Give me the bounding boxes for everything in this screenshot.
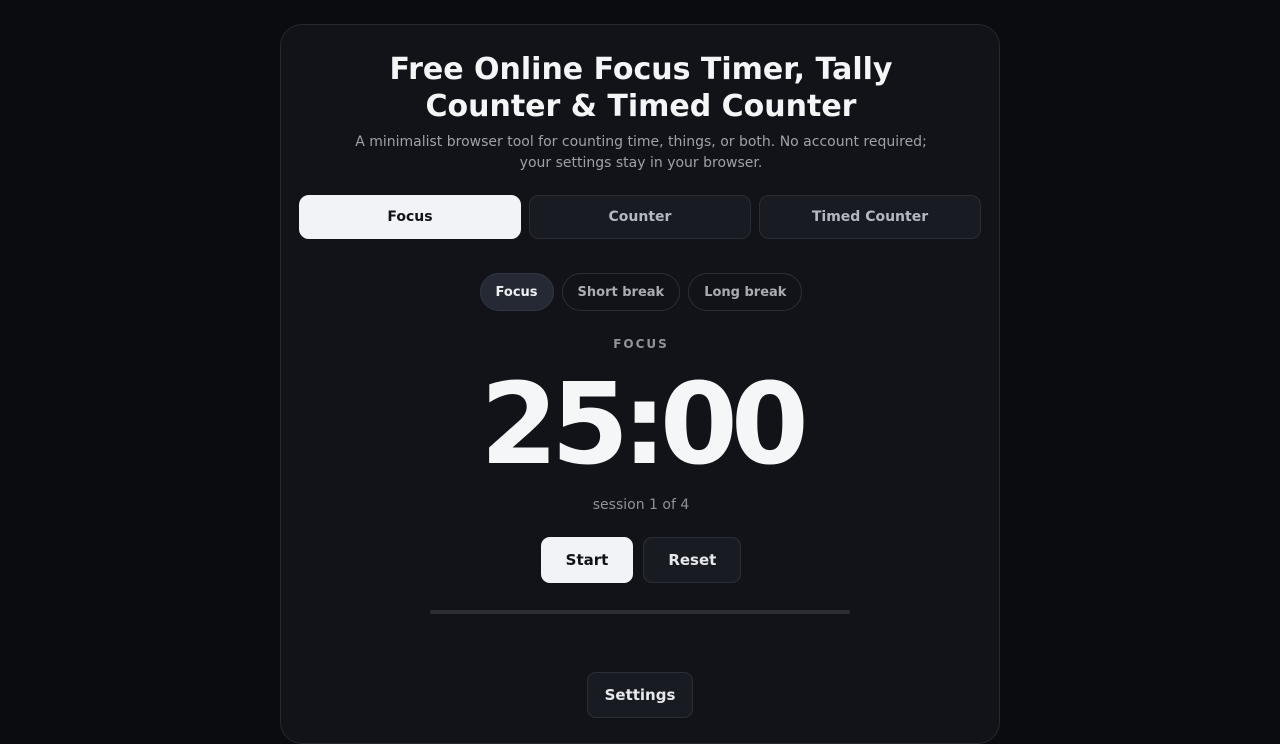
timer-controls: Start Reset — [281, 537, 1001, 583]
tab-counter[interactable]: Counter — [529, 195, 751, 239]
progress-bar — [430, 610, 850, 614]
page-subtitle: A minimalist browser tool for counting t… — [355, 134, 927, 171]
session-counter: session 1 of 4 — [592, 497, 690, 513]
phase-focus-button[interactable]: Focus — [479, 273, 554, 311]
phase-short-break-button[interactable]: Short break — [561, 273, 681, 311]
reset-button[interactable]: Reset — [643, 537, 742, 583]
timer-card: Free Online Focus Timer, Tally Counter &… — [280, 24, 1000, 744]
settings-button[interactable]: Settings — [587, 672, 693, 718]
start-button[interactable]: Start — [540, 537, 634, 583]
phase-long-break-button[interactable]: Long break — [688, 273, 803, 311]
timer-display: 25:00 — [480, 360, 809, 490]
phase-selector: Focus Short break Long break — [281, 273, 1001, 311]
mode-tabs: Focus Counter Timed Counter — [299, 195, 981, 239]
current-phase-label: FOCUS — [613, 337, 669, 351]
page-title: Free Online Focus Timer, Tally Counter &… — [389, 52, 893, 124]
tab-focus[interactable]: Focus — [299, 195, 521, 239]
tab-timed-counter[interactable]: Timed Counter — [759, 195, 981, 239]
